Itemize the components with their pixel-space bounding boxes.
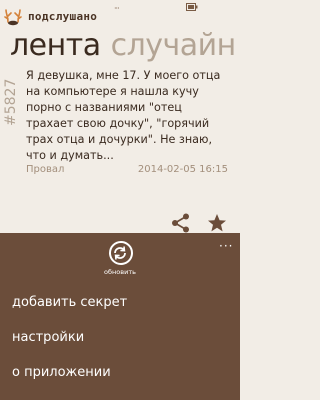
pivot-header: лента случайн [10, 28, 246, 64]
app-bar-menu: ··· обновить добавить секрет настройки о… [0, 233, 240, 400]
antler-icon [4, 9, 22, 26]
status-dots-icon: ··· [114, 4, 120, 13]
menu-settings[interactable]: настройки [12, 330, 84, 345]
refresh-label: обновить [104, 268, 136, 276]
star-icon [208, 214, 226, 232]
post-date: 2014-02-05 16:15 [137, 164, 228, 175]
post-category[interactable]: Провал [26, 164, 64, 175]
tab-random[interactable]: случайн [111, 28, 237, 64]
tab-feed[interactable]: лента [10, 28, 101, 64]
favorite-button[interactable] [206, 212, 228, 234]
share-icon [172, 213, 189, 233]
post-text[interactable]: Я девушка, мне 17. У моего отца на компь… [26, 68, 232, 164]
share-button[interactable] [170, 212, 192, 234]
logo-text: подслушано [28, 9, 98, 23]
menu-add-secret[interactable]: добавить секрет [12, 295, 127, 310]
refresh-icon [114, 246, 126, 260]
refresh-button[interactable]: обновить [100, 241, 140, 281]
appbar-collapse-dots[interactable]: ··· [219, 239, 233, 253]
menu-about[interactable]: о приложении [12, 365, 111, 380]
post-number: #5827 [3, 78, 19, 126]
app-logo: подслушано [4, 6, 97, 26]
battery-icon [186, 3, 198, 13]
